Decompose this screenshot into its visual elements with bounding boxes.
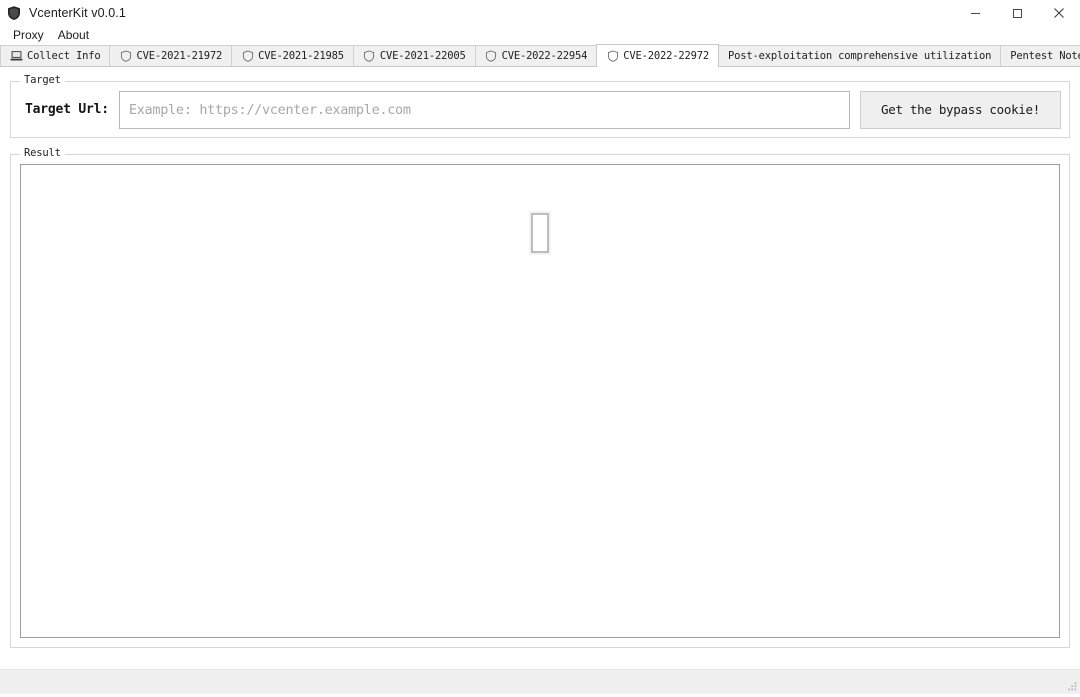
tab-cve-2021-21985[interactable]: CVE-2021-21985 [231, 45, 354, 66]
tab-label: Post-exploitation comprehensive utilizat… [727, 50, 992, 62]
tab-post-exploitation[interactable]: Post-exploitation comprehensive utilizat… [717, 45, 1002, 66]
menu-item-about[interactable]: About [51, 26, 96, 45]
tab-label: CVE-2021-21972 [136, 50, 223, 62]
maximize-icon[interactable] [996, 0, 1038, 26]
window-controls [954, 0, 1080, 26]
missing-glyph-box-icon [531, 213, 549, 253]
tab-cve-2021-21972[interactable]: CVE-2021-21972 [109, 45, 233, 66]
tab-label: CVE-2021-21985 [258, 50, 344, 62]
shield-outline-icon [119, 50, 132, 63]
menu-item-proxy[interactable]: Proxy [6, 26, 51, 45]
tab-label: Collect Info [27, 50, 101, 62]
tab-pentest-notebook[interactable]: Pentest Notebook [1000, 45, 1080, 66]
tab-bar: Collect Info CVE-2021-21972 CVE-2021-219… [0, 44, 1080, 67]
shield-outline-icon [485, 50, 498, 63]
tab-cve-2022-22972[interactable]: CVE-2022-22972 [596, 44, 719, 67]
statusbar [0, 669, 1080, 694]
tab-label: CVE-2021-22005 [379, 50, 466, 62]
shield-icon [6, 5, 22, 21]
shield-outline-icon [241, 50, 254, 63]
result-placeholder [21, 213, 1059, 253]
tab-label: Pentest Notebook [1010, 50, 1080, 62]
target-group-title: Target [20, 74, 65, 86]
menubar: Proxy About [0, 26, 1080, 45]
minimize-icon[interactable] [954, 0, 996, 26]
resize-grip-icon[interactable] [1065, 679, 1078, 692]
window-titlebar: VcenterKit v0.0.1 [0, 0, 1080, 26]
result-output-area[interactable] [20, 164, 1060, 638]
target-url-label: Target Url: [25, 102, 109, 117]
window-title: VcenterKit v0.0.1 [29, 6, 126, 20]
target-url-input[interactable] [118, 90, 850, 129]
get-bypass-cookie-button[interactable]: Get the bypass cookie! [860, 90, 1061, 129]
shield-outline-icon [363, 50, 376, 63]
result-group: Result [10, 147, 1070, 648]
close-icon[interactable] [1038, 0, 1080, 26]
shield-outline-icon [606, 50, 619, 63]
computer-icon [10, 50, 23, 63]
result-group-title: Result [20, 147, 65, 159]
target-group: Target Target Url: Get the bypass cookie… [10, 74, 1070, 138]
tab-label: CVE-2022-22972 [623, 50, 709, 62]
tab-cve-2021-22005[interactable]: CVE-2021-22005 [352, 45, 476, 66]
target-row: Target Url: Get the bypass cookie! [11, 82, 1069, 137]
tab-panel-cve-2022-22972: Target Target Url: Get the bypass cookie… [0, 74, 1080, 648]
tab-cve-2022-22954[interactable]: CVE-2022-22954 [474, 45, 598, 66]
tab-collect-info[interactable]: Collect Info [0, 45, 111, 66]
tab-label: CVE-2022-22954 [501, 50, 588, 62]
